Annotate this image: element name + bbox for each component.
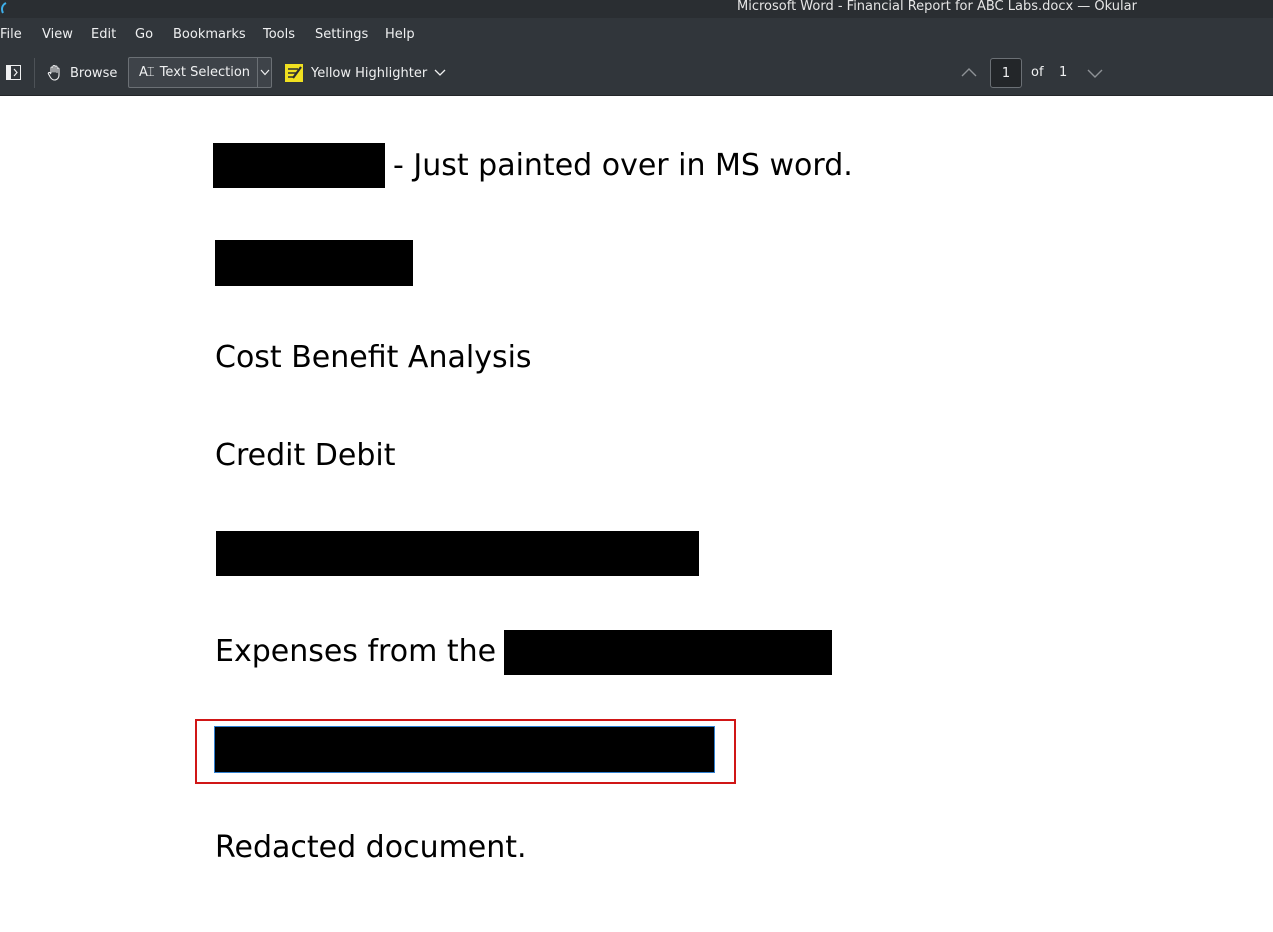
highlighter-label: Yellow Highlighter (311, 65, 428, 81)
highlighter-dropdown-icon[interactable] (433, 67, 447, 79)
redaction-box (215, 240, 413, 286)
menu-settings[interactable]: Settings (315, 26, 368, 44)
window-title: Microsoft Word - Financial Report for AB… (737, 0, 1137, 14)
chevron-down-icon (260, 69, 270, 76)
page-of-label: of (1031, 65, 1044, 80)
chevron-up-icon[interactable] (960, 65, 978, 81)
page-total: 1 (1059, 65, 1068, 80)
browse-button[interactable]: Browse (46, 62, 117, 84)
menu-go[interactable]: Go (135, 26, 153, 44)
menu-edit[interactable]: Edit (91, 26, 116, 44)
selected-redaction-box[interactable] (214, 726, 715, 773)
document-line: Credit Debit (215, 438, 396, 473)
hand-icon (47, 64, 60, 81)
menu-view[interactable]: View (42, 26, 73, 44)
yellow-highlighter-button[interactable]: Yellow Highlighter (284, 61, 427, 85)
page-number-input[interactable] (990, 58, 1022, 88)
redaction-box (504, 630, 832, 675)
menu-file[interactable]: File (0, 26, 22, 44)
menu-bookmarks[interactable]: Bookmarks (173, 26, 246, 44)
highlighter-icon (285, 64, 303, 82)
menu-help[interactable]: Help (385, 26, 415, 44)
menu-bar: File View Edit Go Bookmarks Tools Settin… (0, 18, 1273, 52)
menu-tools[interactable]: Tools (263, 26, 295, 44)
text-cursor-icon: A⌶ (139, 65, 155, 80)
okular-app-icon (1, 2, 7, 14)
main-toolbar: Browse A⌶ Text Selection Yellow Highligh… (0, 52, 1273, 96)
toolbar-separator (34, 58, 35, 88)
document-page[interactable]: - Just painted over in MS word. Cost Ben… (0, 96, 1273, 932)
document-line: Expenses from the (215, 634, 497, 669)
redaction-box (213, 143, 385, 188)
sidebar-toggle-icon[interactable] (6, 65, 21, 80)
title-bar: Microsoft Word - Financial Report for AB… (0, 0, 1273, 18)
text-selection-button[interactable]: A⌶ Text Selection (129, 58, 257, 87)
redaction-box (216, 531, 699, 576)
document-line: Cost Benefit Analysis (215, 340, 532, 375)
chevron-down-icon[interactable] (1086, 65, 1104, 81)
document-line: Redacted document. (215, 830, 527, 865)
text-selection-dropdown[interactable] (257, 58, 272, 87)
text-selection-tool[interactable]: A⌶ Text Selection (128, 57, 272, 88)
text-selection-label: Text Selection (159, 65, 251, 80)
browse-label: Browse (70, 65, 118, 81)
document-line: - Just painted over in MS word. (393, 148, 853, 183)
